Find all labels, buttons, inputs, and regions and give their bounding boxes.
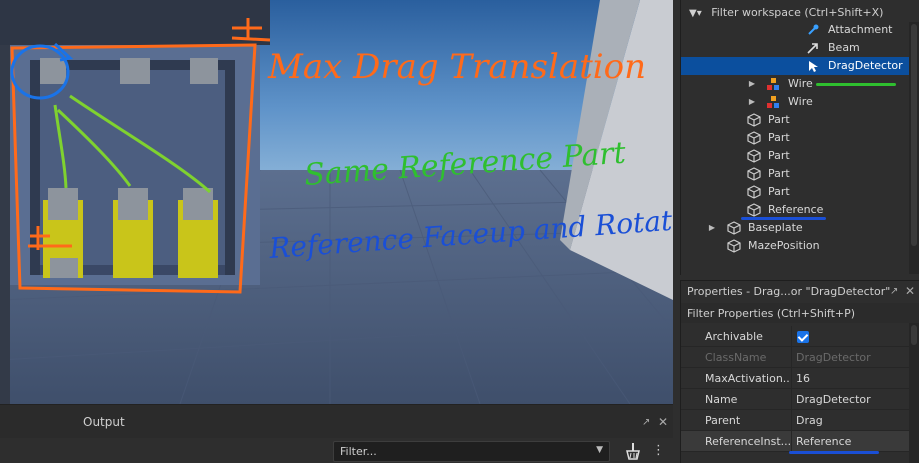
tree-item-label: Attachment — [828, 23, 893, 36]
tree-item-label: Wire — [788, 95, 813, 108]
property-name: Name — [705, 393, 738, 406]
explorer-panel: ▼▾ Filter workspace (Ctrl+Shift+X) Attac… — [680, 0, 919, 275]
annotation-max-drag: Max Drag Translation — [267, 47, 646, 87]
property-row-name[interactable]: Name DragDetector — [681, 389, 909, 410]
wire-icon — [767, 96, 779, 108]
viewport-3d[interactable]: Max Drag Translation Same Reference Part… — [0, 0, 673, 404]
output-filter-select[interactable]: Filter... ▼ — [333, 441, 610, 462]
tree-item-label: Part — [768, 185, 790, 198]
property-name: MaxActivation... — [705, 372, 790, 385]
beam-icon — [807, 43, 818, 54]
property-row-referenceinstance[interactable]: ReferenceInst... Reference — [681, 431, 909, 452]
close-icon[interactable]: ✕ — [658, 415, 668, 429]
part-icon — [747, 149, 761, 163]
tree-item-label: Beam — [828, 41, 860, 54]
property-value[interactable]: DragDetector — [796, 389, 871, 410]
tree-item-wire[interactable]: ▶ Wire — [681, 93, 909, 111]
property-name: Parent — [705, 414, 741, 427]
property-value: DragDetector — [796, 351, 871, 364]
output-panel: Output ↗ ✕ Filter... ▼ ⋮ — [0, 404, 673, 463]
chevron-down-icon: ▼ — [596, 445, 603, 455]
tree-item-label: Part — [768, 167, 790, 180]
tree-item-part[interactable]: Part — [681, 165, 909, 183]
viewport-scene: Max Drag Translation Same Reference Part… — [0, 0, 673, 404]
property-value[interactable]: Reference — [796, 431, 851, 452]
tree-item-dragdetector[interactable]: DragDetector — [681, 57, 909, 75]
part-icon — [747, 131, 761, 145]
tree-item-beam[interactable]: Beam — [681, 39, 909, 57]
tree-item-baseplate[interactable]: ▶ Baseplate — [681, 219, 909, 237]
property-name: ReferenceInst... — [705, 435, 790, 448]
part-icon — [747, 185, 761, 199]
part-icon — [747, 167, 761, 181]
tree-item-part[interactable]: Part — [681, 183, 909, 201]
properties-panel: Properties - Drag...or "DragDetector" ↗ … — [680, 280, 919, 463]
property-row-maxactivation[interactable]: MaxActivation... 16 — [681, 368, 909, 389]
explorer-filter-label: Filter workspace (Ctrl+Shift+X) — [711, 6, 884, 19]
tree-item-part[interactable]: Part — [681, 111, 909, 129]
property-value[interactable]: Drag — [796, 410, 823, 431]
popout-icon[interactable]: ↗ — [890, 286, 898, 297]
more-options-icon[interactable]: ⋮ — [652, 443, 665, 458]
tree-item-label: Baseplate — [748, 221, 803, 234]
tree-item-label: Part — [768, 131, 790, 144]
property-row-parent[interactable]: Parent Drag — [681, 410, 909, 431]
explorer-filter-input[interactable]: ▼▾ Filter workspace (Ctrl+Shift+X) — [681, 3, 919, 23]
tree-item-label: DragDetector — [828, 59, 903, 72]
property-name: Archivable — [705, 330, 763, 343]
archivable-checkbox[interactable] — [797, 331, 809, 343]
annotation-underline-blue — [789, 451, 879, 454]
tree-item-part[interactable]: Part — [681, 147, 909, 165]
part-icon — [727, 221, 741, 235]
property-value[interactable]: 16 — [796, 368, 810, 389]
property-row-archivable[interactable]: Archivable — [681, 326, 909, 347]
expand-arrow-icon[interactable]: ▶ — [707, 219, 717, 237]
clear-broom-icon[interactable] — [622, 441, 642, 461]
expand-arrow-icon[interactable]: ▶ — [747, 75, 757, 93]
tree-item-label: MazePosition — [748, 239, 820, 252]
expand-arrow-icon[interactable]: ▶ — [747, 93, 757, 111]
properties-title: Properties - Drag...or "DragDetector" — [687, 285, 891, 298]
property-name: ClassName — [705, 351, 767, 364]
part-icon — [747, 113, 761, 127]
tree-item-label: Wire — [788, 77, 813, 90]
close-icon[interactable]: ✕ — [905, 284, 915, 298]
drag-detector-icon — [809, 61, 818, 72]
part-icon — [747, 203, 761, 217]
filter-icon: ▼▾ — [689, 8, 702, 19]
output-filter-label: Filter... — [340, 445, 377, 458]
attachment-icon — [808, 24, 819, 35]
properties-filter-input[interactable]: Filter Properties (Ctrl+Shift+P) — [681, 303, 919, 323]
part-icon — [727, 239, 741, 253]
wire-icon — [767, 78, 779, 90]
properties-filter-label: Filter Properties (Ctrl+Shift+P) — [687, 307, 856, 320]
explorer-scrollbar[interactable] — [909, 22, 919, 274]
output-title: Output — [83, 415, 125, 429]
popout-icon[interactable]: ↗ — [642, 417, 650, 428]
tree-item-label: Part — [768, 149, 790, 162]
tree-item-part[interactable]: Part — [681, 129, 909, 147]
annotation-underline-green — [816, 83, 896, 86]
tree-item-attachment[interactable]: Attachment — [681, 21, 909, 39]
tree-item-label: Part — [768, 113, 790, 126]
property-row-classname: ClassName DragDetector — [681, 347, 909, 368]
tree-item-mazeposition[interactable]: MazePosition — [681, 237, 909, 255]
annotation-underline-blue — [741, 217, 826, 220]
properties-scrollbar[interactable] — [909, 323, 919, 463]
